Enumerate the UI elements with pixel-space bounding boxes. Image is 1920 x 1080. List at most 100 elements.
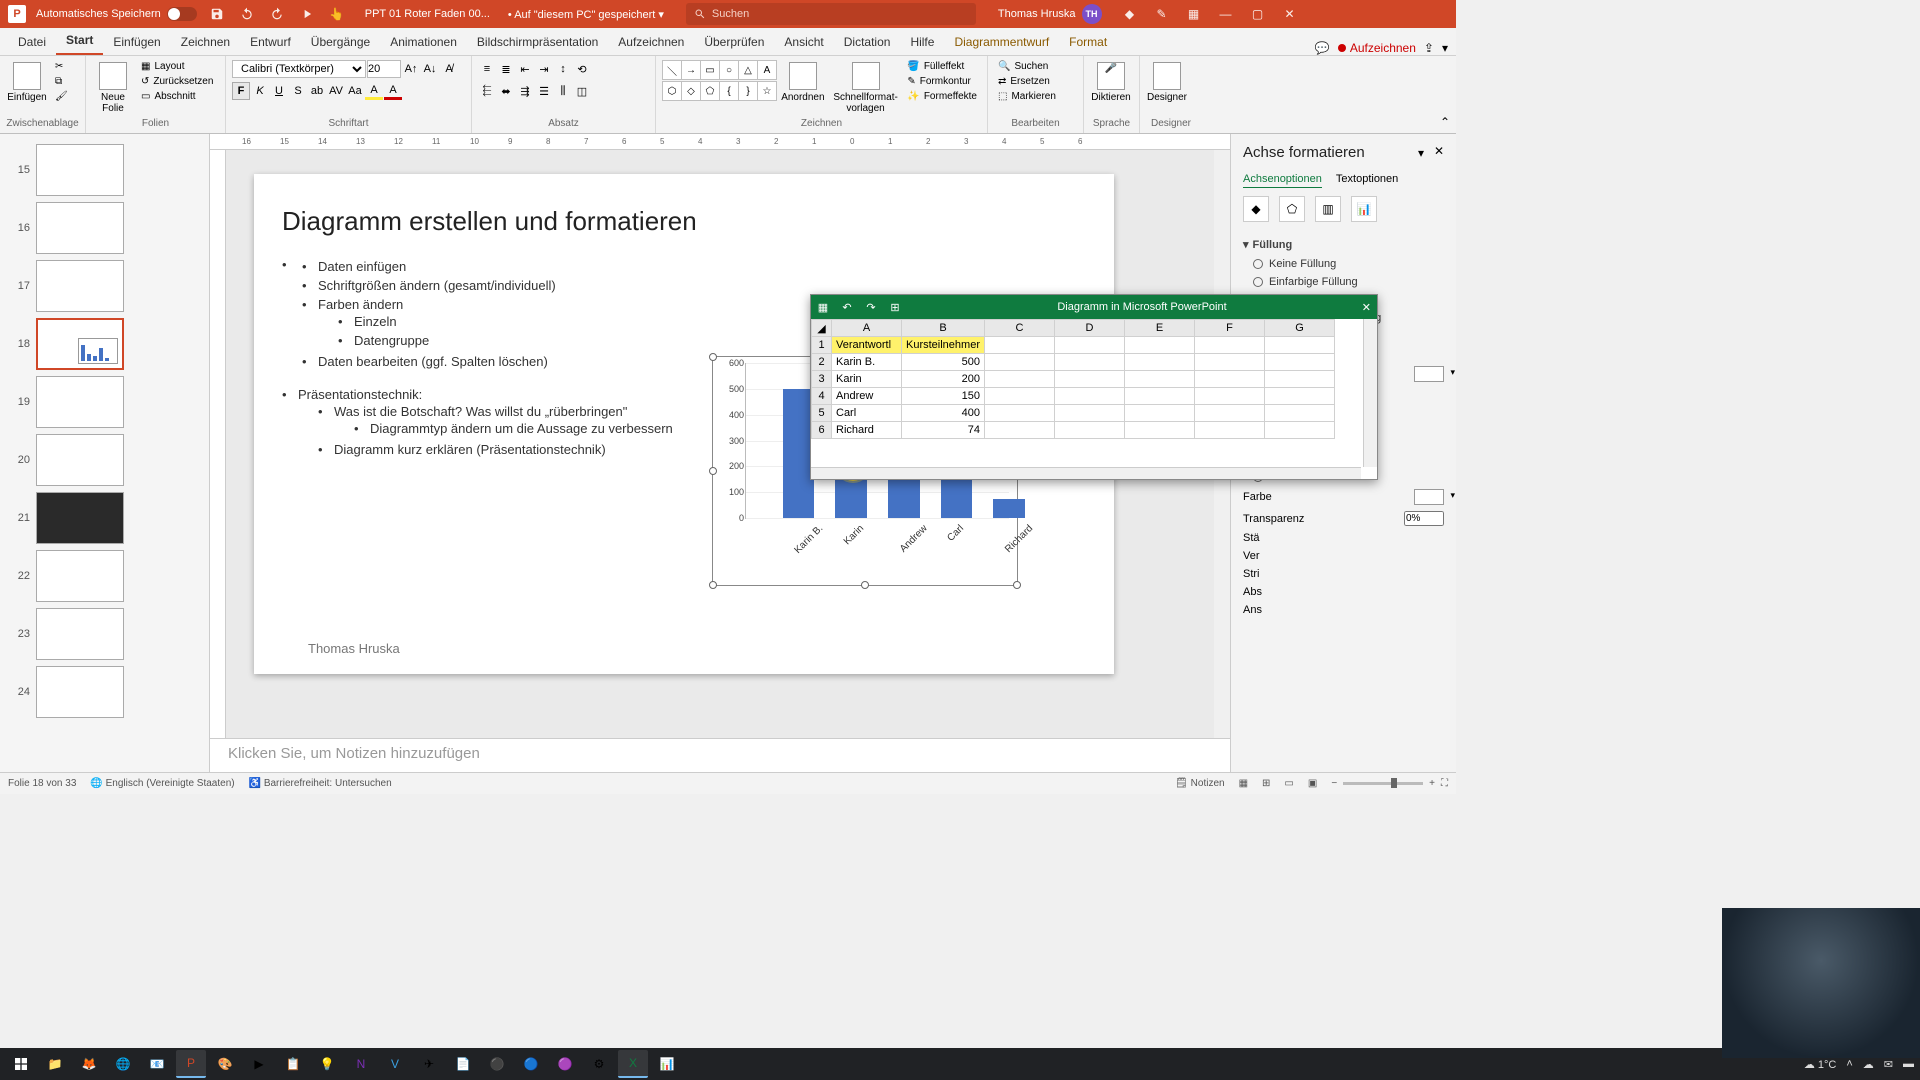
select-button[interactable]: ⬚ Markieren (994, 90, 1060, 103)
tab-zeichnen[interactable]: Zeichnen (171, 29, 240, 55)
arrange-button[interactable]: Anordnen (778, 60, 828, 105)
zoom-slider[interactable] (1343, 782, 1423, 785)
underline-button[interactable]: U (270, 82, 288, 100)
weather-widget[interactable]: ☁ 1°C (1804, 1058, 1837, 1071)
italic-button[interactable]: K (251, 82, 269, 100)
vlc-icon[interactable]: ▶ (244, 1050, 274, 1078)
app-icon-8[interactable]: 📊 (652, 1050, 682, 1078)
chart-data-sheet[interactable]: ▦ ↶ ↷ ⊞ Diagramm in Microsoft PowerPoint… (810, 294, 1378, 480)
close-icon[interactable]: ✕ (1280, 4, 1300, 24)
color-picker-icon[interactable] (1414, 489, 1444, 505)
sheet-undo-icon[interactable]: ↶ (835, 301, 859, 314)
fill-section[interactable]: ▾ Füllung (1243, 234, 1444, 255)
tab-uebergaenge[interactable]: Übergänge (301, 29, 380, 55)
search-input[interactable] (712, 8, 968, 20)
line-spacing-button[interactable]: ↕ (554, 60, 572, 78)
justify-button[interactable]: ☰ (535, 82, 553, 100)
app-icon-6[interactable]: 🔵 (516, 1050, 546, 1078)
font-color-button[interactable]: A (384, 82, 402, 100)
tab-start[interactable]: Start (56, 27, 103, 55)
tray-chevron-icon[interactable]: ˄ (1846, 1058, 1852, 1070)
view-slideshow-icon[interactable]: ▣ (1308, 778, 1317, 789)
save-icon[interactable] (207, 4, 227, 24)
paste-button[interactable]: Einfügen (6, 60, 48, 105)
tab-einfuegen[interactable]: Einfügen (103, 29, 170, 55)
highlight-color-button[interactable]: A (365, 82, 383, 100)
grow-font-icon[interactable]: A↑ (402, 60, 420, 78)
comments-icon[interactable]: 💬 (1315, 41, 1330, 55)
horizontal-ruler[interactable]: 161514131211109876543210123456 (210, 134, 1230, 150)
quickstyles-button[interactable]: Schnellformat-vorlagen (831, 60, 901, 116)
search-box[interactable] (686, 3, 976, 25)
onedrive-icon[interactable]: ☁ (1863, 1058, 1874, 1071)
increase-indent-button[interactable]: ⇥ (535, 60, 553, 78)
zoom-in-icon[interactable]: + (1429, 778, 1435, 789)
shape-tri-icon[interactable]: △ (738, 60, 758, 80)
font-family-select[interactable]: Calibri (Textkörper) (232, 60, 366, 78)
record-button[interactable]: Aufzeichnen (1338, 41, 1416, 55)
mail-tray-icon[interactable]: ✉ (1884, 1058, 1893, 1071)
app-icon-7[interactable]: 🟣 (550, 1050, 580, 1078)
battery-icon[interactable]: ▬ (1903, 1058, 1914, 1070)
size-props-icon[interactable]: ▥ (1315, 196, 1341, 222)
saved-location[interactable]: • Auf "diesem PC" gespeichert ▾ (508, 8, 664, 21)
thumb-16[interactable]: 16 (12, 202, 209, 254)
shape-arrow-icon[interactable]: → (681, 60, 701, 80)
thumb-23[interactable]: 23 (12, 608, 209, 660)
sheet-titlebar[interactable]: ▦ ↶ ↷ ⊞ Diagramm in Microsoft PowerPoint… (811, 295, 1377, 319)
shrink-font-icon[interactable]: A↓ (421, 60, 439, 78)
fill-button[interactable]: 🪣 Fülleffekt (903, 60, 981, 73)
font-size-input[interactable] (367, 60, 401, 78)
maximize-icon[interactable]: ▢ (1248, 4, 1268, 24)
color-picker-icon[interactable] (1414, 366, 1444, 382)
shapes-gallery[interactable]: ＼→▭○△A ⬡◇⬠{}☆ (662, 60, 775, 101)
tab-axis-options[interactable]: Achsenoptionen (1243, 171, 1322, 188)
thumb-18[interactable]: 18 (12, 318, 209, 370)
shape-oval-icon[interactable]: ○ (719, 60, 739, 80)
fit-to-window-icon[interactable]: ⛶ (1441, 778, 1448, 789)
slide-title[interactable]: Diagramm erstellen und formatieren (282, 206, 1086, 237)
system-tray[interactable]: ☁ 1°C ˄ ☁ ✉ ▬ (1804, 1058, 1914, 1071)
notes-pane[interactable]: Klicken Sie, um Notizen hinzuzufügen (210, 738, 1230, 772)
chrome-icon[interactable]: 🌐 (108, 1050, 138, 1078)
zoom-control[interactable]: − + ⛶ (1331, 778, 1448, 789)
effects-button[interactable]: ✨ Formeffekte (903, 90, 981, 103)
tab-ueberpruefen[interactable]: Überprüfen (694, 29, 774, 55)
layout-button[interactable]: ▦ Layout (137, 60, 217, 73)
replace-button[interactable]: ⇄ Ersetzen (994, 75, 1060, 88)
dictate-button[interactable]: 🎤Diktieren (1090, 60, 1132, 105)
strike-button[interactable]: S (289, 82, 307, 100)
undo-icon[interactable] (237, 4, 257, 24)
bold-button[interactable]: F (232, 82, 250, 100)
powerpoint-taskbar-icon[interactable]: P (176, 1050, 206, 1078)
slide-position[interactable]: Folie 18 von 33 (8, 778, 76, 789)
axis-options-icon[interactable]: 📊 (1351, 196, 1377, 222)
thumb-24[interactable]: 24 (12, 666, 209, 718)
pane-close-button[interactable]: ✕ (1434, 144, 1444, 158)
thumb-20[interactable]: 20 (12, 434, 209, 486)
view-normal-icon[interactable]: ▦ (1239, 778, 1248, 789)
app-icon[interactable]: 🎨 (210, 1050, 240, 1078)
app-icon-4[interactable]: V (380, 1050, 410, 1078)
section-button[interactable]: ▭ Abschnitt (137, 90, 217, 103)
collapse-ribbon-icon[interactable]: ⌃ (1440, 115, 1450, 129)
autosave-toggle[interactable]: Automatisches Speichern (36, 7, 197, 21)
data-grid[interactable]: ◢ ABCDEFG 1VerantwortlKursteilnehmer 2Ka… (811, 319, 1335, 439)
case-button[interactable]: Aa (346, 82, 364, 100)
chevron-down-icon[interactable]: ▾ (1442, 41, 1448, 55)
reset-button[interactable]: ↺ Zurücksetzen (137, 75, 217, 88)
find-button[interactable]: 🔍 Suchen (994, 60, 1060, 73)
sheet-edit-excel-icon[interactable]: ⊞ (883, 301, 907, 314)
format-painter-button[interactable]: 🖌 (51, 90, 72, 103)
select-all-cell[interactable]: ◢ (812, 320, 832, 337)
app-icon-2[interactable]: 📋 (278, 1050, 308, 1078)
tab-entwurf[interactable]: Entwurf (240, 29, 301, 55)
view-sorter-icon[interactable]: ⊞ (1262, 778, 1270, 789)
bullets-button[interactable]: ≡ (478, 60, 496, 78)
minimize-icon[interactable]: — (1216, 4, 1236, 24)
slideshow-start-icon[interactable] (297, 4, 317, 24)
app-icon-3[interactable]: 💡 (312, 1050, 342, 1078)
line-color-row[interactable]: Farbe (1243, 486, 1444, 508)
tab-dictation[interactable]: Dictation (834, 29, 901, 55)
fill-solid[interactable]: Einfarbige Füllung (1243, 273, 1444, 291)
